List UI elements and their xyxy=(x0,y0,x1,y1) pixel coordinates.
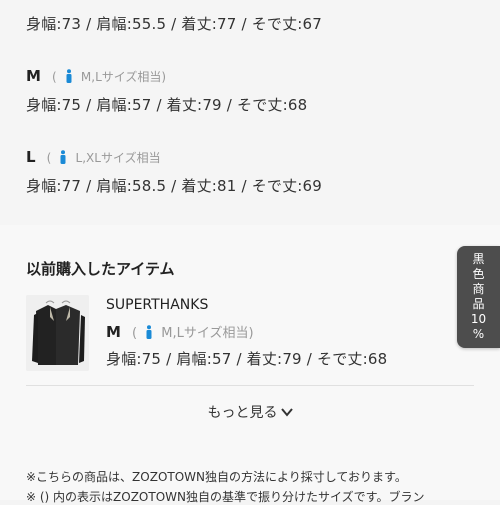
purchased-heading: 以前購入したアイテム xyxy=(26,260,175,278)
size-s-measurements: 身幅:73 / 肩幅:55.5 / 着丈:77 / そで丈:67 xyxy=(26,15,323,33)
side-tab-char: 10 xyxy=(470,312,487,326)
side-tab-char: 商 xyxy=(472,282,485,296)
person-icon xyxy=(60,150,66,164)
side-tab-char: 品 xyxy=(472,297,485,311)
item-size-fit: M,Lサイズ相当) xyxy=(161,326,254,341)
size-m-fit: M,Lサイズ相当) xyxy=(80,70,167,84)
note-line-2: ※ () 内の表示はZOZOTOWN独自の基準で振り分けたサイズです。ブラン xyxy=(26,490,425,504)
show-more-button[interactable]: もっと見る xyxy=(0,402,500,422)
side-tab-char: 色 xyxy=(472,267,485,281)
size-m-paren: ( xyxy=(52,70,57,84)
item-size-label: M xyxy=(106,323,121,341)
jacket-image xyxy=(26,295,89,371)
size-m-measurements: 身幅:75 / 肩幅:57 / 着丈:79 / そで丈:68 xyxy=(26,96,308,114)
note-line-1: ※こちらの商品は、ZOZOTOWN独自の方法により採寸しております。 xyxy=(26,470,407,484)
item-thumbnail[interactable] xyxy=(26,295,89,371)
side-tab-char: % xyxy=(472,327,485,341)
item-size-row: M ( M,Lサイズ相当) xyxy=(106,322,254,341)
item-size-paren: ( xyxy=(132,326,138,341)
person-icon xyxy=(146,325,152,339)
divider xyxy=(26,385,474,386)
item-measurements: 身幅:75 / 肩幅:57 / 着丈:79 / そで丈:68 xyxy=(106,350,388,368)
size-l-label: L xyxy=(26,148,36,166)
size-l-measurements: 身幅:77 / 肩幅:58.5 / 着丈:81 / そで丈:69 xyxy=(26,177,323,195)
person-icon xyxy=(66,69,72,83)
show-more-label: もっと見る xyxy=(207,405,278,421)
size-l-row: L ( L,XLサイズ相当 xyxy=(26,147,161,166)
chevron-down-icon xyxy=(280,408,293,417)
size-m-label: M xyxy=(26,67,41,85)
size-m-row: M ( M,Lサイズ相当) xyxy=(26,66,166,85)
side-tab-char: 黒 xyxy=(472,252,485,266)
size-l-paren: ( xyxy=(46,151,52,165)
black-items-discount-tab[interactable]: 黒 色 商 品 10 % xyxy=(457,246,500,348)
size-l-fit: L,XLサイズ相当 xyxy=(75,151,161,165)
item-brand[interactable]: SUPERTHANKS xyxy=(106,297,208,313)
